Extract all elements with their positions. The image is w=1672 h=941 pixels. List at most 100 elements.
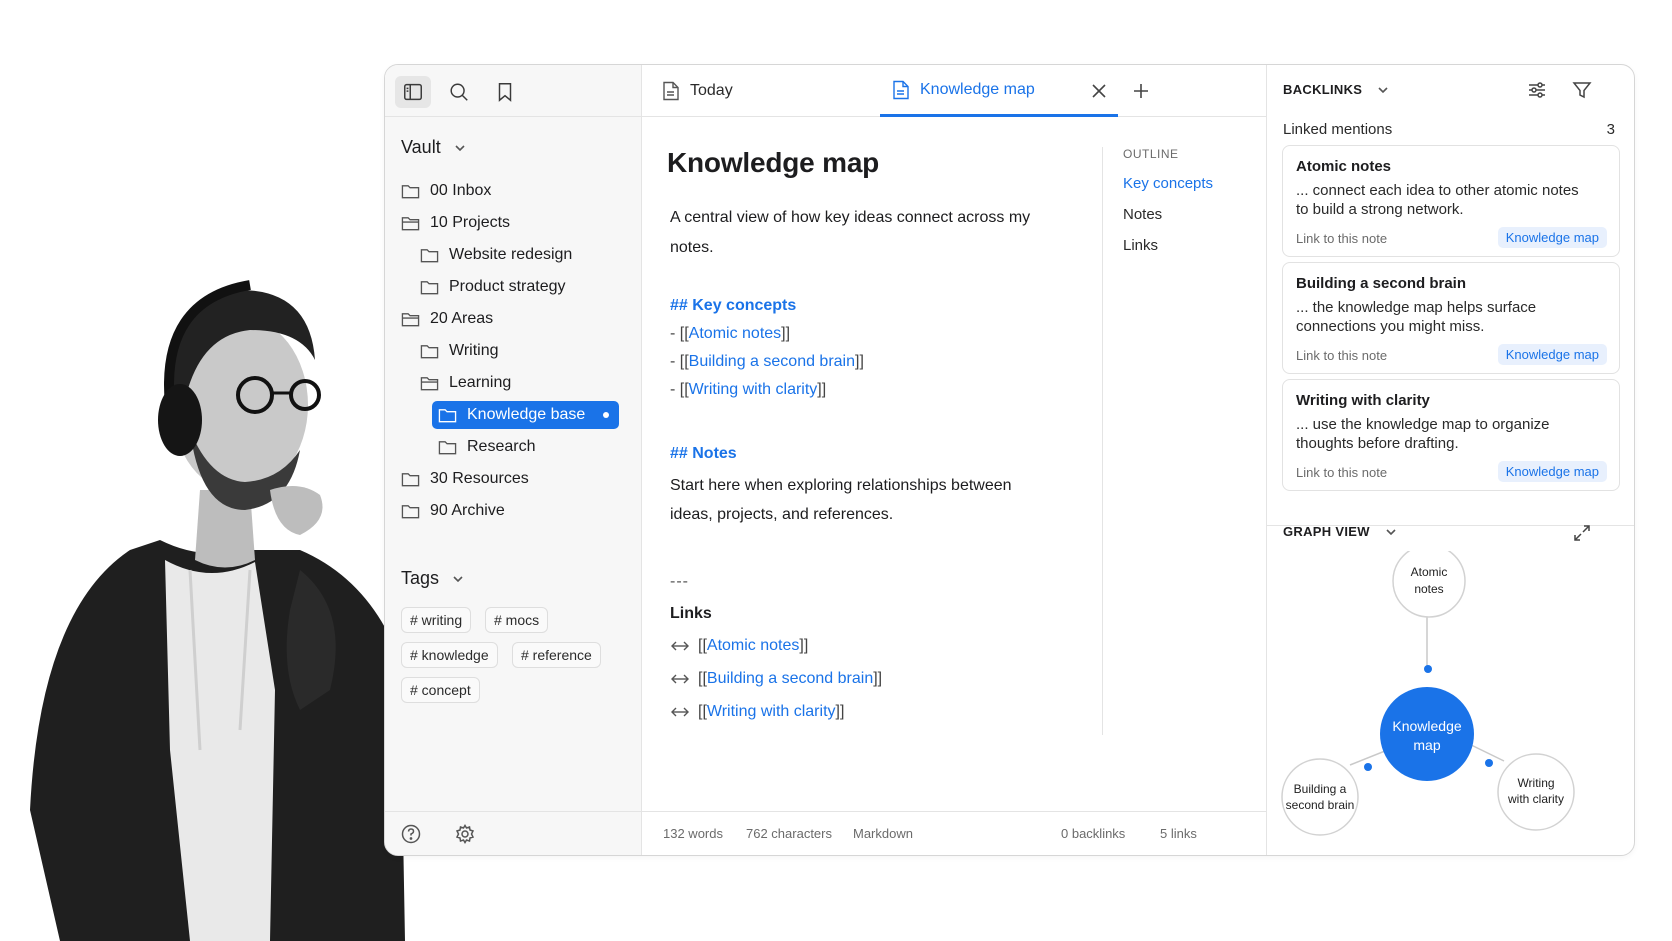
bidirectional-arrow-icon (671, 707, 689, 717)
app-window: Vault 00 Inbox 10 Projects Website redes… (384, 64, 1635, 856)
tab-bar: Today Knowledge map (642, 65, 1266, 117)
graph-view[interactable]: Atomic notes Knowledge map Building a se… (1267, 551, 1635, 851)
tags-label: Tags (401, 568, 440, 588)
bookmark-icon (498, 83, 512, 102)
linked-mentions-row: Linked mentions 3 (1283, 121, 1615, 138)
card-title: Atomic notes (1296, 158, 1392, 175)
document-title: Knowledge map (667, 147, 880, 178)
tab-knowledge-map[interactable]: Knowledge map (880, 65, 1118, 117)
chevron-down-icon (1386, 528, 1396, 535)
wiki-link[interactable]: Writing with clarity (689, 381, 818, 398)
add-tab-icon[interactable] (1132, 82, 1150, 100)
tree-item-product-strategy[interactable]: Product strategy (420, 273, 566, 301)
card-title: Writing with clarity (1296, 392, 1430, 409)
word-count: 132 words (663, 826, 723, 841)
tab-label: Knowledge map (920, 80, 1035, 98)
node-label: second brain (1286, 798, 1355, 812)
node-label: Building a (1294, 782, 1347, 796)
node-label: with clarity (1507, 792, 1564, 806)
wiki-link[interactable]: Atomic notes (707, 637, 799, 654)
bookmarks-button[interactable] (487, 76, 523, 108)
filter-icon[interactable] (1572, 80, 1592, 100)
wiki-link[interactable]: Writing with clarity (707, 703, 836, 720)
toggle-sidebar-button[interactable] (395, 76, 431, 108)
graph-view-heading: GRAPH VIEW (1283, 524, 1370, 539)
tag-writing[interactable]: # writing (401, 607, 472, 633)
key-concepts-heading: ## Key concepts (670, 297, 797, 314)
backlink-card[interactable]: Writing with clarity ... use the knowled… (1282, 379, 1620, 491)
vault-label: Vault (401, 137, 441, 157)
wiki-link[interactable]: Building a second brain (689, 353, 855, 370)
tags-header[interactable]: Tags (401, 568, 465, 589)
tree-item-projects[interactable]: 10 Projects (401, 209, 510, 237)
tree-item-label: Website redesign (449, 246, 573, 263)
tab-label: Today (690, 82, 733, 99)
tag-concept[interactable]: # concept (401, 677, 480, 703)
sidebar-footer (385, 811, 642, 855)
graph-view-header[interactable]: GRAPH VIEW (1283, 524, 1398, 539)
tag-mocs[interactable]: # mocs (485, 607, 549, 633)
outline-heading: OUTLINE (1123, 147, 1179, 161)
link-row: [[Atomic notes]] (670, 637, 808, 655)
card-excerpt: ... use the knowledge map to organize th… (1296, 416, 1550, 452)
folder-icon (438, 408, 457, 422)
tree-item-inbox[interactable]: 00 Inbox (401, 177, 491, 205)
sidebar-toolbar (385, 65, 642, 117)
graph-edge-dot (1485, 759, 1493, 767)
horizontal-rule: --- (670, 573, 689, 590)
settings-gear-icon[interactable] (455, 824, 475, 844)
link-row: [[Writing with clarity]] (670, 703, 844, 721)
tree-item-areas[interactable]: 20 Areas (401, 305, 493, 333)
tree-item-learning[interactable]: Learning (420, 369, 511, 397)
close-tab-icon[interactable] (1090, 82, 1108, 100)
folder-open-icon (401, 312, 420, 326)
wiki-link[interactable]: Atomic notes (689, 325, 781, 342)
tag-reference[interactable]: # reference (512, 642, 601, 668)
tree-item-label: 20 Areas (430, 310, 494, 327)
card-title: Building a second brain (1296, 275, 1467, 292)
outline-item-key-concepts[interactable]: Key concepts (1123, 175, 1266, 192)
character-count: 762 characters (746, 826, 832, 841)
graph-node-knowledge-map[interactable] (1380, 687, 1474, 781)
card-link-label[interactable]: Link to this note (1296, 231, 1387, 246)
tree-item-resources[interactable]: 30 Resources (401, 465, 529, 493)
wiki-link[interactable]: Building a second brain (707, 670, 873, 687)
linked-mentions-count: 3 (1606, 121, 1615, 138)
card-badge[interactable]: Knowledge map (1497, 227, 1607, 248)
svg-text:second brain: second brain (1286, 798, 1355, 812)
tab-today[interactable]: Today (662, 65, 862, 117)
status-bar: 132 words 762 characters Markdown 0 back… (642, 811, 1266, 855)
outline-item-links[interactable]: Links (1123, 237, 1266, 254)
card-badge[interactable]: Knowledge map (1497, 344, 1607, 365)
tree-item-research[interactable]: Research (438, 433, 535, 461)
help-icon[interactable] (401, 824, 421, 844)
tree-item-label: 30 Resources (430, 470, 529, 487)
backlink-card[interactable]: Atomic notes ... connect each idea to ot… (1282, 145, 1620, 257)
sliders-icon[interactable] (1527, 80, 1547, 100)
card-link-label[interactable]: Link to this note (1296, 465, 1387, 480)
search-button[interactable] (441, 76, 477, 108)
graph-node-building-second-brain[interactable] (1281, 758, 1359, 836)
vault-header[interactable]: Vault (401, 137, 467, 158)
folder-icon (420, 248, 439, 262)
tree-item-writing[interactable]: Writing (420, 337, 499, 365)
tree-item-archive[interactable]: 90 Archive (401, 497, 505, 525)
card-badge[interactable]: Knowledge map (1497, 461, 1607, 482)
tag-knowledge[interactable]: # knowledge (401, 642, 498, 668)
backlink-card[interactable]: Building a second brain ... the knowledg… (1282, 262, 1620, 374)
tree-item-knowledge-base[interactable]: Knowledge base (432, 401, 619, 429)
document-body[interactable]: Knowledge map A central view of how key … (642, 117, 1102, 807)
card-excerpt: ... the knowledge map helps surface conn… (1296, 299, 1537, 335)
backlinks-header[interactable]: BACKLINKS (1283, 82, 1390, 97)
folder-icon (401, 472, 420, 486)
linked-mentions-label: Linked mentions (1283, 121, 1393, 138)
outline-item-notes[interactable]: Notes (1123, 206, 1266, 223)
node-label: Writing (1517, 776, 1554, 790)
graph-edge-dot (1364, 763, 1372, 771)
format-label: Markdown (853, 826, 913, 841)
tree-item-website-redesign[interactable]: Website redesign (420, 241, 572, 269)
chevron-down-icon (1378, 86, 1388, 93)
expand-icon[interactable] (1572, 523, 1592, 543)
card-link-label[interactable]: Link to this note (1296, 348, 1387, 363)
svg-text:Writing: Writing (1517, 776, 1554, 790)
